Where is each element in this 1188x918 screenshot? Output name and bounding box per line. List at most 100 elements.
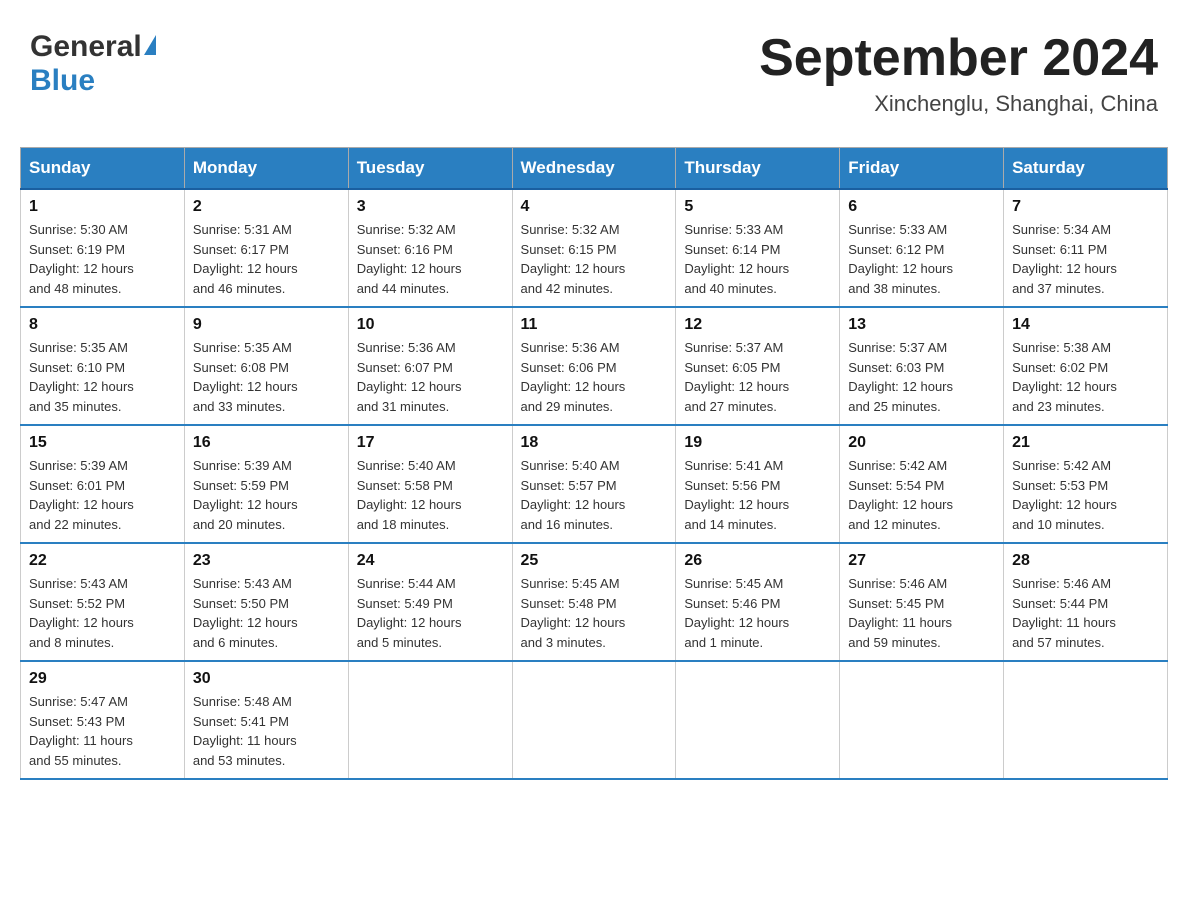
calendar-cell: 25 Sunrise: 5:45 AMSunset: 5:48 PMDaylig… <box>512 543 676 661</box>
day-info: Sunrise: 5:35 AMSunset: 6:10 PMDaylight:… <box>29 340 134 414</box>
calendar-cell <box>348 661 512 779</box>
location-text: Xinchenglu, Shanghai, China <box>759 91 1158 117</box>
day-number: 29 <box>29 670 176 688</box>
calendar-cell: 7 Sunrise: 5:34 AMSunset: 6:11 PMDayligh… <box>1004 189 1168 307</box>
day-info: Sunrise: 5:39 AMSunset: 6:01 PMDaylight:… <box>29 458 134 532</box>
day-info: Sunrise: 5:48 AMSunset: 5:41 PMDaylight:… <box>193 694 297 768</box>
week-row-3: 15 Sunrise: 5:39 AMSunset: 6:01 PMDaylig… <box>21 425 1168 543</box>
day-number: 3 <box>357 198 504 216</box>
col-friday: Friday <box>840 148 1004 190</box>
day-info: Sunrise: 5:42 AMSunset: 5:54 PMDaylight:… <box>848 458 953 532</box>
day-info: Sunrise: 5:44 AMSunset: 5:49 PMDaylight:… <box>357 576 462 650</box>
week-row-2: 8 Sunrise: 5:35 AMSunset: 6:10 PMDayligh… <box>21 307 1168 425</box>
col-tuesday: Tuesday <box>348 148 512 190</box>
day-number: 15 <box>29 434 176 452</box>
day-number: 19 <box>684 434 831 452</box>
week-row-1: 1 Sunrise: 5:30 AMSunset: 6:19 PMDayligh… <box>21 189 1168 307</box>
day-info: Sunrise: 5:36 AMSunset: 6:06 PMDaylight:… <box>521 340 626 414</box>
calendar-cell: 30 Sunrise: 5:48 AMSunset: 5:41 PMDaylig… <box>184 661 348 779</box>
calendar-cell: 16 Sunrise: 5:39 AMSunset: 5:59 PMDaylig… <box>184 425 348 543</box>
calendar-cell: 6 Sunrise: 5:33 AMSunset: 6:12 PMDayligh… <box>840 189 1004 307</box>
calendar-cell: 27 Sunrise: 5:46 AMSunset: 5:45 PMDaylig… <box>840 543 1004 661</box>
day-number: 25 <box>521 552 668 570</box>
day-number: 22 <box>29 552 176 570</box>
title-block: September 2024 Xinchenglu, Shanghai, Chi… <box>759 30 1158 117</box>
col-wednesday: Wednesday <box>512 148 676 190</box>
day-info: Sunrise: 5:32 AMSunset: 6:15 PMDaylight:… <box>521 222 626 296</box>
day-number: 30 <box>193 670 340 688</box>
day-info: Sunrise: 5:33 AMSunset: 6:14 PMDaylight:… <box>684 222 789 296</box>
day-number: 17 <box>357 434 504 452</box>
day-number: 10 <box>357 316 504 334</box>
calendar-cell: 22 Sunrise: 5:43 AMSunset: 5:52 PMDaylig… <box>21 543 185 661</box>
day-info: Sunrise: 5:36 AMSunset: 6:07 PMDaylight:… <box>357 340 462 414</box>
month-title: September 2024 <box>759 30 1158 87</box>
day-info: Sunrise: 5:46 AMSunset: 5:44 PMDaylight:… <box>1012 576 1116 650</box>
calendar-cell: 18 Sunrise: 5:40 AMSunset: 5:57 PMDaylig… <box>512 425 676 543</box>
calendar-header-row: Sunday Monday Tuesday Wednesday Thursday… <box>21 148 1168 190</box>
calendar-cell: 14 Sunrise: 5:38 AMSunset: 6:02 PMDaylig… <box>1004 307 1168 425</box>
calendar-cell <box>676 661 840 779</box>
calendar-cell: 8 Sunrise: 5:35 AMSunset: 6:10 PMDayligh… <box>21 307 185 425</box>
calendar-cell: 29 Sunrise: 5:47 AMSunset: 5:43 PMDaylig… <box>21 661 185 779</box>
day-number: 14 <box>1012 316 1159 334</box>
day-info: Sunrise: 5:31 AMSunset: 6:17 PMDaylight:… <box>193 222 298 296</box>
day-number: 2 <box>193 198 340 216</box>
day-number: 11 <box>521 316 668 334</box>
logo: General Blue <box>30 30 156 98</box>
day-number: 24 <box>357 552 504 570</box>
day-info: Sunrise: 5:42 AMSunset: 5:53 PMDaylight:… <box>1012 458 1117 532</box>
calendar-cell: 24 Sunrise: 5:44 AMSunset: 5:49 PMDaylig… <box>348 543 512 661</box>
calendar-cell: 2 Sunrise: 5:31 AMSunset: 6:17 PMDayligh… <box>184 189 348 307</box>
calendar-cell <box>512 661 676 779</box>
calendar-cell: 26 Sunrise: 5:45 AMSunset: 5:46 PMDaylig… <box>676 543 840 661</box>
day-number: 23 <box>193 552 340 570</box>
calendar-cell: 3 Sunrise: 5:32 AMSunset: 6:16 PMDayligh… <box>348 189 512 307</box>
calendar-cell: 21 Sunrise: 5:42 AMSunset: 5:53 PMDaylig… <box>1004 425 1168 543</box>
col-thursday: Thursday <box>676 148 840 190</box>
day-info: Sunrise: 5:43 AMSunset: 5:50 PMDaylight:… <box>193 576 298 650</box>
day-info: Sunrise: 5:34 AMSunset: 6:11 PMDaylight:… <box>1012 222 1117 296</box>
day-number: 26 <box>684 552 831 570</box>
col-sunday: Sunday <box>21 148 185 190</box>
day-number: 9 <box>193 316 340 334</box>
day-number: 7 <box>1012 198 1159 216</box>
day-info: Sunrise: 5:32 AMSunset: 6:16 PMDaylight:… <box>357 222 462 296</box>
calendar-cell: 20 Sunrise: 5:42 AMSunset: 5:54 PMDaylig… <box>840 425 1004 543</box>
calendar-cell: 11 Sunrise: 5:36 AMSunset: 6:06 PMDaylig… <box>512 307 676 425</box>
calendar-cell: 28 Sunrise: 5:46 AMSunset: 5:44 PMDaylig… <box>1004 543 1168 661</box>
calendar-cell: 23 Sunrise: 5:43 AMSunset: 5:50 PMDaylig… <box>184 543 348 661</box>
calendar-cell: 17 Sunrise: 5:40 AMSunset: 5:58 PMDaylig… <box>348 425 512 543</box>
day-info: Sunrise: 5:40 AMSunset: 5:57 PMDaylight:… <box>521 458 626 532</box>
day-info: Sunrise: 5:38 AMSunset: 6:02 PMDaylight:… <box>1012 340 1117 414</box>
day-info: Sunrise: 5:41 AMSunset: 5:56 PMDaylight:… <box>684 458 789 532</box>
calendar-cell: 19 Sunrise: 5:41 AMSunset: 5:56 PMDaylig… <box>676 425 840 543</box>
day-info: Sunrise: 5:45 AMSunset: 5:48 PMDaylight:… <box>521 576 626 650</box>
day-info: Sunrise: 5:30 AMSunset: 6:19 PMDaylight:… <box>29 222 134 296</box>
day-number: 5 <box>684 198 831 216</box>
day-number: 16 <box>193 434 340 452</box>
page-header: General Blue September 2024 Xinchenglu, … <box>20 20 1168 127</box>
calendar-cell: 1 Sunrise: 5:30 AMSunset: 6:19 PMDayligh… <box>21 189 185 307</box>
day-number: 1 <box>29 198 176 216</box>
calendar-table: Sunday Monday Tuesday Wednesday Thursday… <box>20 147 1168 780</box>
day-number: 20 <box>848 434 995 452</box>
day-info: Sunrise: 5:45 AMSunset: 5:46 PMDaylight:… <box>684 576 789 650</box>
calendar-cell: 15 Sunrise: 5:39 AMSunset: 6:01 PMDaylig… <box>21 425 185 543</box>
day-info: Sunrise: 5:46 AMSunset: 5:45 PMDaylight:… <box>848 576 952 650</box>
day-number: 4 <box>521 198 668 216</box>
calendar-cell: 13 Sunrise: 5:37 AMSunset: 6:03 PMDaylig… <box>840 307 1004 425</box>
calendar-cell <box>1004 661 1168 779</box>
day-info: Sunrise: 5:47 AMSunset: 5:43 PMDaylight:… <box>29 694 133 768</box>
day-number: 8 <box>29 316 176 334</box>
day-number: 12 <box>684 316 831 334</box>
logo-general-text: General <box>30 30 142 64</box>
day-number: 6 <box>848 198 995 216</box>
col-monday: Monday <box>184 148 348 190</box>
day-info: Sunrise: 5:43 AMSunset: 5:52 PMDaylight:… <box>29 576 134 650</box>
calendar-cell: 12 Sunrise: 5:37 AMSunset: 6:05 PMDaylig… <box>676 307 840 425</box>
col-saturday: Saturday <box>1004 148 1168 190</box>
calendar-cell: 10 Sunrise: 5:36 AMSunset: 6:07 PMDaylig… <box>348 307 512 425</box>
day-info: Sunrise: 5:33 AMSunset: 6:12 PMDaylight:… <box>848 222 953 296</box>
day-number: 28 <box>1012 552 1159 570</box>
